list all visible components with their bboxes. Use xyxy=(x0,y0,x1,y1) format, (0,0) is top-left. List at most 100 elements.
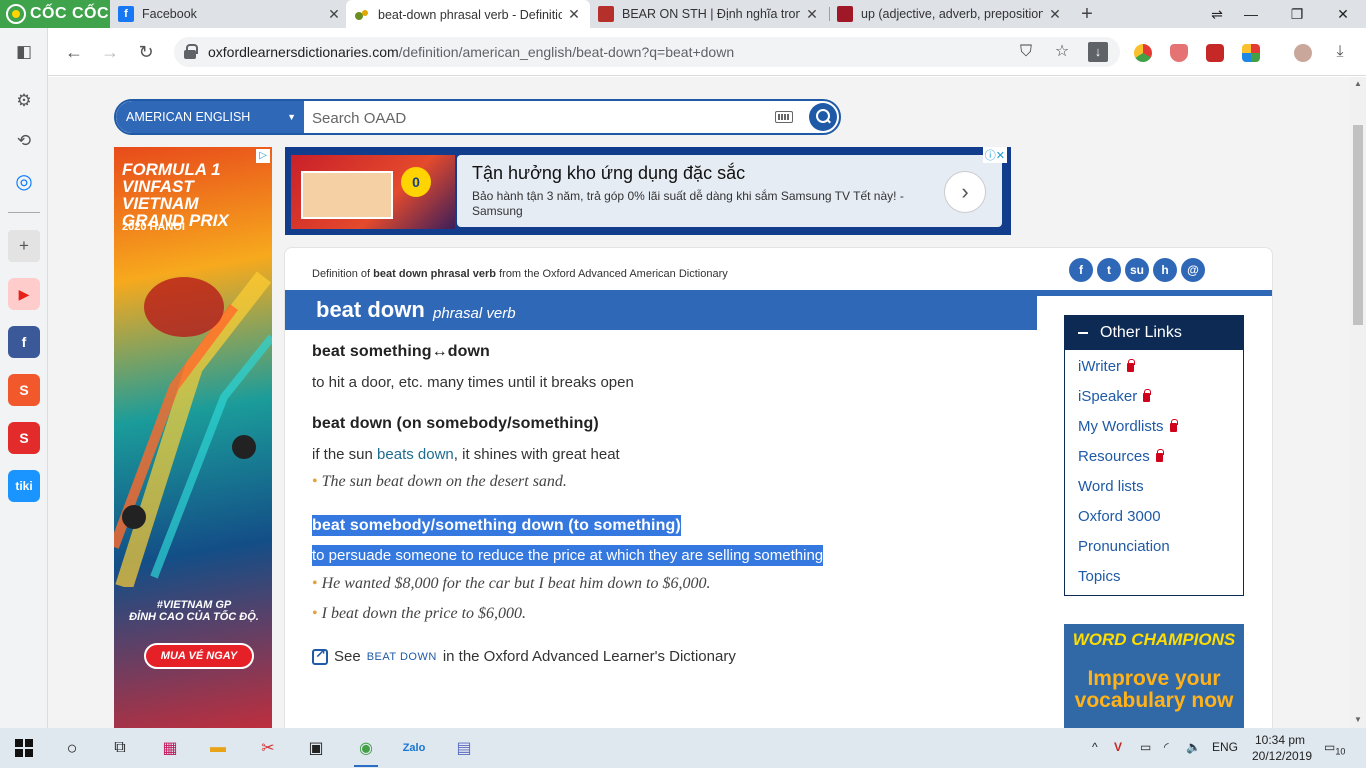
zalo-icon[interactable]: Zalo xyxy=(398,732,430,764)
word-champions-logo: WORD CHAMPIONS xyxy=(1072,630,1236,649)
maximize-button[interactable]: ❐ xyxy=(1274,0,1320,28)
scroll-thumb[interactable] xyxy=(1353,125,1363,325)
download-page-icon[interactable]: ↓ xyxy=(1088,42,1108,62)
other-link-my-wordlists[interactable]: My Wordlists xyxy=(1078,418,1178,435)
link-label: iSpeaker xyxy=(1078,388,1138,405)
other-link-word-lists[interactable]: Word lists xyxy=(1078,478,1144,495)
close-tab-icon[interactable]: ✕ xyxy=(1047,6,1063,23)
formula1-ad[interactable]: FORMULA 1 VINFAST VIETNAM GRAND PRIX 202… xyxy=(114,147,272,728)
clock-date: 20/12/2019 xyxy=(1252,749,1313,763)
pinned-app-icon[interactable]: ▤ xyxy=(448,732,480,764)
tab-facebook[interactable]: f Facebook ✕ xyxy=(110,0,350,28)
back-button[interactable]: ← xyxy=(60,38,88,66)
extension-coccoc-icon[interactable] xyxy=(1134,44,1152,62)
input-language[interactable]: ENG xyxy=(1212,740,1238,754)
browser-brand[interactable]: CỐC CỐC xyxy=(0,0,110,28)
close-tab-icon[interactable]: ✕ xyxy=(566,6,582,23)
youtube-icon[interactable]: ▶ xyxy=(8,278,40,310)
address-bar[interactable]: oxfordlearnersdictionaries.com/definitio… xyxy=(174,37,1120,67)
notification-center-icon[interactable]: ▭10 xyxy=(1324,740,1345,756)
buy-tickets-button[interactable]: MUA VÉ NGAY xyxy=(144,643,254,669)
other-links-title: Other Links xyxy=(1100,324,1182,341)
adchoices-icon[interactable]: ▷ xyxy=(256,149,270,163)
task-view-icon[interactable]: ⧉ xyxy=(104,732,136,764)
file-explorer-icon[interactable]: ▬ xyxy=(202,732,234,764)
sticky-app-icon[interactable]: ▣ xyxy=(300,732,332,764)
stumbleupon-share-icon[interactable]: su xyxy=(1125,258,1149,282)
snipping-tool-icon[interactable]: ✂ xyxy=(252,732,284,764)
other-link-resources[interactable]: Resources xyxy=(1078,448,1164,465)
language-select[interactable]: AMERICAN ENGLISH ▼ xyxy=(116,101,304,133)
samsung-ad[interactable]: 0 Tận hưởng kho ứng dụng đặc sắc Bảo hàn… xyxy=(285,147,1011,235)
tab-title: Facebook xyxy=(142,7,197,21)
other-links-header[interactable]: Other Links xyxy=(1065,316,1243,350)
unikey-icon[interactable]: V xyxy=(1114,740,1122,754)
close-tab-icon[interactable]: ✕ xyxy=(326,6,342,23)
lock-icon[interactable] xyxy=(184,44,198,59)
start-button[interactable] xyxy=(8,732,40,764)
page-scrollbar[interactable]: ▲ ▼ xyxy=(1350,77,1366,728)
sendo-icon[interactable]: S xyxy=(8,422,40,454)
search-button[interactable] xyxy=(809,103,837,131)
scroll-down-icon[interactable]: ▼ xyxy=(1353,715,1363,724)
url-host: oxfordlearnersdictionaries.com xyxy=(208,44,399,60)
search-circle-icon[interactable]: ○ xyxy=(56,732,88,764)
hatena-share-icon[interactable]: h xyxy=(1153,258,1177,282)
forward-button[interactable]: → xyxy=(96,38,124,66)
coccoc-taskbar-icon[interactable]: ◉ xyxy=(350,732,382,767)
url-text[interactable]: oxfordlearnersdictionaries.com/definitio… xyxy=(208,44,734,60)
tab-cambridge[interactable]: BEAR ON STH | Định nghĩa trong T ✕ xyxy=(590,0,828,28)
profile-avatar[interactable] xyxy=(1294,44,1312,62)
app-pinned-icon[interactable]: ▦ xyxy=(154,732,186,764)
twitter-share-icon[interactable]: t xyxy=(1097,258,1121,282)
tab-oxford[interactable]: beat-down phrasal verb - Definitio ✕ xyxy=(346,0,590,29)
facebook-icon[interactable]: f xyxy=(8,326,40,358)
scroll-up-icon[interactable]: ▲ xyxy=(1353,79,1363,88)
sense-definition: to persuade someone to reduce the price … xyxy=(312,545,824,566)
link-label: My Wordlists xyxy=(1078,418,1164,435)
close-window-button[interactable]: ✕ xyxy=(1320,0,1366,28)
other-link-topics[interactable]: Topics xyxy=(1078,568,1121,585)
other-link-oxford-3000[interactable]: Oxford 3000 xyxy=(1078,508,1161,525)
extension-grid-icon[interactable] xyxy=(1242,44,1260,62)
other-link-pronunciation[interactable]: Pronunciation xyxy=(1078,538,1170,555)
history-icon[interactable]: ⟲ xyxy=(8,125,40,157)
add-app-icon[interactable]: + xyxy=(8,230,40,262)
extension-shield-icon[interactable] xyxy=(1170,44,1188,62)
volume-icon[interactable]: 🔈 xyxy=(1186,740,1201,754)
keyboard-icon[interactable] xyxy=(775,111,793,123)
ad-info-close-icon[interactable]: ⓘ✕ xyxy=(982,147,1007,163)
extension-sync-icon[interactable] xyxy=(1206,44,1224,62)
minimize-button[interactable]: — xyxy=(1228,0,1274,28)
battery-icon[interactable]: ▭ xyxy=(1140,740,1151,754)
other-link-ispeaker[interactable]: iSpeaker xyxy=(1078,388,1152,405)
email-share-icon[interactable]: @ xyxy=(1181,258,1205,282)
see-also-link[interactable]: BEAT DOWN xyxy=(367,651,437,663)
star-icon[interactable]: ☆ xyxy=(1052,42,1072,62)
wifi-icon[interactable]: ◜ xyxy=(1164,740,1169,754)
shield-icon[interactable]: ⛉ xyxy=(1016,42,1036,62)
word-champions-ad[interactable]: WORD CHAMPIONS Improve your vocabulary n… xyxy=(1064,624,1244,728)
dropdown-caret-icon: ▼ xyxy=(287,112,296,122)
new-tab-button[interactable]: + xyxy=(1076,3,1098,25)
settings-icon[interactable]: ⚙ xyxy=(8,85,40,117)
close-tab-icon[interactable]: ✕ xyxy=(804,6,820,23)
downloads-icon[interactable]: ⤓ xyxy=(1326,38,1354,66)
other-link-iwriter[interactable]: iWriter xyxy=(1078,358,1136,375)
tiki-icon[interactable]: tiki xyxy=(8,470,40,502)
ad-headline: FORMULA 1 VINFAST VIETNAM GRAND PRIX xyxy=(122,161,229,229)
shopee-icon[interactable]: S xyxy=(8,374,40,406)
link-label: Topics xyxy=(1078,568,1121,585)
ad-card[interactable]: Tận hưởng kho ứng dụng đặc sắc Bảo hành … xyxy=(457,155,1002,227)
search-input[interactable] xyxy=(312,107,762,129)
cross-reference-link[interactable]: beats down xyxy=(377,446,454,463)
reload-button[interactable]: ↻ xyxy=(132,38,160,66)
sidebar-toggle-icon[interactable]: ◧ xyxy=(8,36,40,68)
chevron-right-icon[interactable]: › xyxy=(944,171,986,213)
example-sentence: • I beat down the price to $6,000. xyxy=(312,605,526,623)
messenger-icon[interactable]: ◎ xyxy=(8,165,40,197)
tab-macmillan[interactable]: up (adjective, adverb, preposition) ✕ xyxy=(829,0,1071,28)
show-hidden-icons[interactable]: ^ xyxy=(1092,740,1098,754)
clock[interactable]: 10:34 pm 20/12/2019 xyxy=(1252,732,1313,764)
facebook-share-icon[interactable]: f xyxy=(1069,258,1093,282)
